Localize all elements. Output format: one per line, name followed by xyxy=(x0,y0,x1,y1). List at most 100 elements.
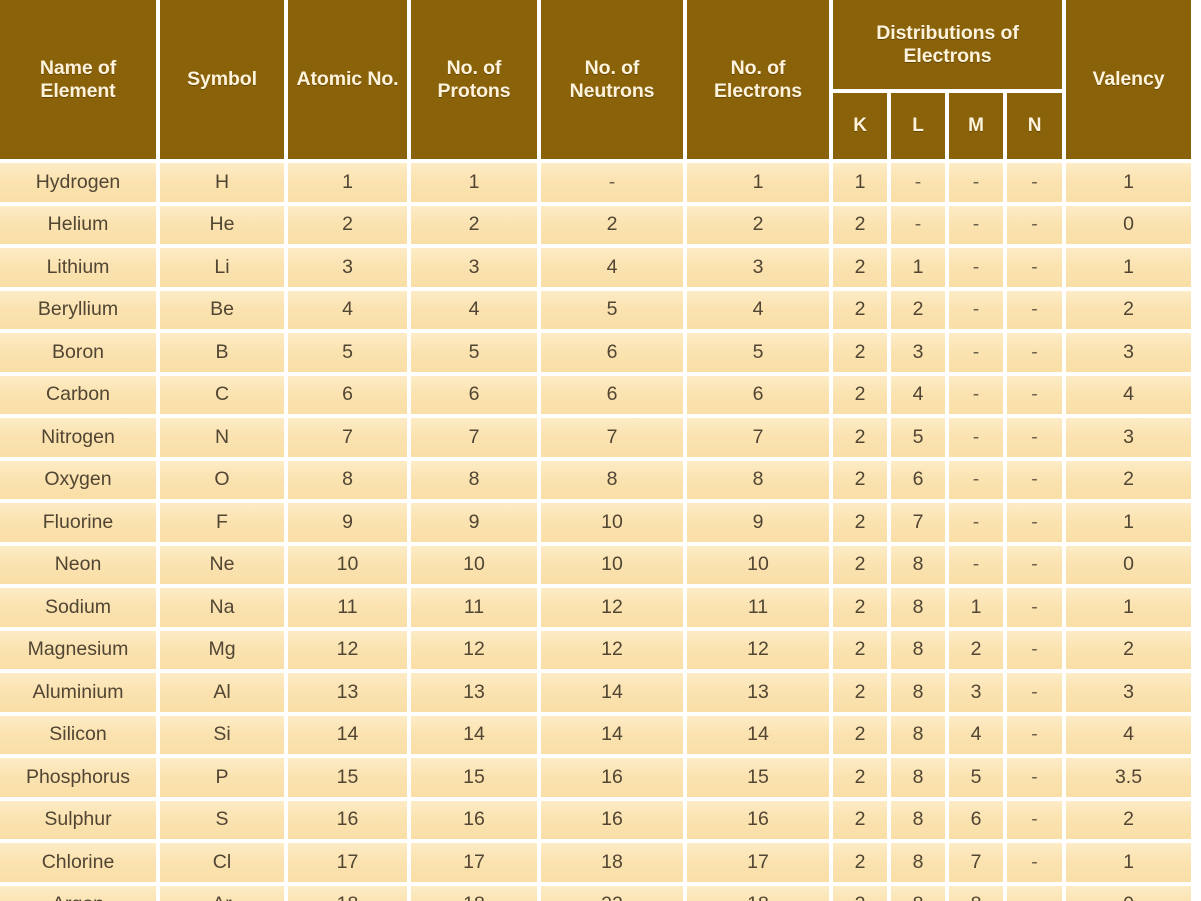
element-shell-m: 5 xyxy=(949,758,1007,801)
table-row: Nitrogen N 7 7 7 7 2 5- -3 xyxy=(0,418,1192,461)
element-protons: 17 xyxy=(411,843,541,886)
element-protons: 10 xyxy=(411,545,541,588)
element-shell-m: - xyxy=(949,375,1007,418)
element-neutrons: 16 xyxy=(541,800,687,843)
element-neutrons: 5 xyxy=(541,290,687,333)
element-symbol: Li xyxy=(160,248,288,291)
element-name: Lithium xyxy=(0,248,160,291)
element-shell-n: - xyxy=(1007,333,1067,376)
element-shell-m: 2 xyxy=(949,630,1007,673)
element-shell-k: 2 xyxy=(833,290,891,333)
element-shell-n: - xyxy=(1007,715,1067,758)
element-valency: 2 xyxy=(1066,630,1192,673)
element-electrons: 7 xyxy=(687,418,833,461)
element-atomic-no: 14 xyxy=(288,715,411,758)
element-neutrons: 4 xyxy=(541,248,687,291)
element-shell-n: - xyxy=(1007,163,1067,206)
element-shell-k: 2 xyxy=(833,205,891,248)
element-electrons: 11 xyxy=(687,588,833,631)
element-neutrons: 12 xyxy=(541,630,687,673)
table-row: Chlorine Cl 17 17 18 17 2 8 7-1 xyxy=(0,843,1192,886)
element-atomic-no: 6 xyxy=(288,375,411,418)
element-neutrons: 14 xyxy=(541,715,687,758)
element-name: Phosphorus xyxy=(0,758,160,801)
element-electrons: 18 xyxy=(687,885,833,901)
element-shell-n: - xyxy=(1007,885,1067,901)
element-shell-m: 6 xyxy=(949,800,1007,843)
element-electrons: 16 xyxy=(687,800,833,843)
element-protons: 2 xyxy=(411,205,541,248)
element-shell-m: - xyxy=(949,545,1007,588)
table-row: Sulphur S 16 16 16 16 2 8 6-2 xyxy=(0,800,1192,843)
element-symbol: Ar xyxy=(160,885,288,901)
element-shell-n: - xyxy=(1007,290,1067,333)
element-atomic-no: 11 xyxy=(288,588,411,631)
element-electrons: 3 xyxy=(687,248,833,291)
element-shell-l: 8 xyxy=(891,673,949,716)
element-electrons: 1 xyxy=(687,163,833,206)
column-header-symbol: Symbol xyxy=(160,0,288,163)
element-shell-m: - xyxy=(949,290,1007,333)
element-shell-l: 4 xyxy=(891,375,949,418)
element-shell-l: 8 xyxy=(891,885,949,901)
element-shell-k: 2 xyxy=(833,673,891,716)
element-shell-m: - xyxy=(949,205,1007,248)
element-electrons: 15 xyxy=(687,758,833,801)
element-shell-n: - xyxy=(1007,673,1067,716)
element-protons: 11 xyxy=(411,588,541,631)
element-atomic-no: 9 xyxy=(288,503,411,546)
element-electrons: 13 xyxy=(687,673,833,716)
element-shell-l: 8 xyxy=(891,800,949,843)
element-protons: 9 xyxy=(411,503,541,546)
element-protons: 8 xyxy=(411,460,541,503)
table-row: Phosphorus P 15 15 16 15 2 8 5-3.5 xyxy=(0,758,1192,801)
element-shell-n: - xyxy=(1007,588,1067,631)
column-header-name-of-element: Name of Element xyxy=(0,0,160,163)
element-valency: 1 xyxy=(1066,248,1192,291)
element-atomic-no: 8 xyxy=(288,460,411,503)
element-symbol: H xyxy=(160,163,288,206)
column-header-distributions-of-electrons: Distributions of Electrons xyxy=(833,0,1067,93)
element-shell-m: 4 xyxy=(949,715,1007,758)
element-atomic-no: 4 xyxy=(288,290,411,333)
element-neutrons: 18 xyxy=(541,843,687,886)
element-shell-m: 3 xyxy=(949,673,1007,716)
table-row: Silicon Si 14 14 14 14 2 8 4-4 xyxy=(0,715,1192,758)
table-header: Name of Element Symbol Atomic No. No. of… xyxy=(0,0,1192,163)
column-header-no-of-electrons: No. of Electrons xyxy=(687,0,833,163)
element-name: Neon xyxy=(0,545,160,588)
element-protons: 13 xyxy=(411,673,541,716)
element-symbol: Si xyxy=(160,715,288,758)
element-symbol: He xyxy=(160,205,288,248)
element-shell-k: 2 xyxy=(833,588,891,631)
element-neutrons: - xyxy=(541,163,687,206)
table-row: Magnesium Mg 12 12 12 12 2 8 2-2 xyxy=(0,630,1192,673)
element-protons: 18 xyxy=(411,885,541,901)
table-row: Beryllium Be 4 4 5 4 2 2- -2 xyxy=(0,290,1192,333)
element-symbol: Na xyxy=(160,588,288,631)
element-atomic-no: 10 xyxy=(288,545,411,588)
element-neutrons: 8 xyxy=(541,460,687,503)
table-row: Carbon C 6 6 6 6 2 4- -4 xyxy=(0,375,1192,418)
element-symbol: S xyxy=(160,800,288,843)
element-valency: 0 xyxy=(1066,545,1192,588)
element-neutrons: 14 xyxy=(541,673,687,716)
element-electrons: 9 xyxy=(687,503,833,546)
element-neutrons: 7 xyxy=(541,418,687,461)
element-shell-k: 2 xyxy=(833,503,891,546)
element-electrons: 4 xyxy=(687,290,833,333)
elements-periodic-table: Name of Element Symbol Atomic No. No. of… xyxy=(0,0,1192,901)
column-header-shell-k: K xyxy=(833,93,891,163)
element-name: Beryllium xyxy=(0,290,160,333)
element-electrons: 12 xyxy=(687,630,833,673)
element-atomic-no: 3 xyxy=(288,248,411,291)
element-neutrons: 10 xyxy=(541,545,687,588)
element-name: Chlorine xyxy=(0,843,160,886)
table-row: Hydrogen H 1 1-1 1- - -1 xyxy=(0,163,1192,206)
element-shell-m: 7 xyxy=(949,843,1007,886)
element-name: Boron xyxy=(0,333,160,376)
element-electrons: 2 xyxy=(687,205,833,248)
element-shell-k: 2 xyxy=(833,885,891,901)
elements-table-container: Name of Element Symbol Atomic No. No. of… xyxy=(0,0,1201,901)
table-row: ArgonAr18182218288-0 xyxy=(0,885,1192,901)
